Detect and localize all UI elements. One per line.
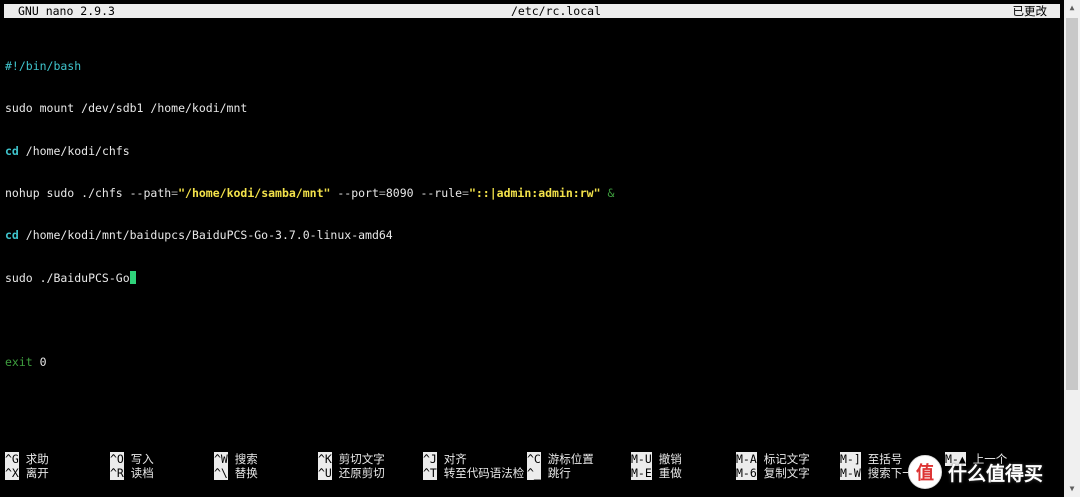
shortcut-read-file[interactable]: ^R 读档 — [110, 466, 154, 481]
editor-line-1: #!/bin/bash — [5, 59, 1060, 73]
shortcut-label: 读档 — [130, 466, 154, 481]
shortcut-label: 搜索下一 — [867, 466, 914, 481]
shortcut-key: ^U — [318, 466, 332, 481]
shortcut-label: 重做 — [658, 466, 682, 481]
shortcut-exit[interactable]: ^X 离开 — [5, 466, 49, 481]
shortcut-uncut[interactable]: ^U 还原剪切 — [318, 466, 385, 481]
shortcut-mark[interactable]: M-A 标记文字 — [736, 452, 810, 466]
shortcut-label: 标记文字 — [763, 452, 810, 466]
watermark-logo: 值 — [908, 455, 942, 489]
shortcut-label: 写入 — [130, 452, 154, 466]
shortcut-label: 对齐 — [443, 452, 467, 466]
shortcut-key: ^C — [527, 452, 541, 466]
shortcut-label: 求助 — [25, 452, 49, 466]
shortcut-label: 复制文字 — [763, 466, 810, 481]
editor-line-2: sudo mount /dev/sdb1 /home/kodi/mnt — [5, 101, 1060, 115]
equals-sign: = — [462, 186, 469, 201]
editor-area[interactable]: #!/bin/bash sudo mount /dev/sdb1 /home/k… — [5, 31, 1060, 383]
editor-line-3: cd /home/kodi/chfs — [5, 144, 1060, 158]
string-literal: "::|admin:admin:rw" — [468, 186, 601, 201]
shortcut-label: 撤销 — [658, 452, 682, 466]
shortcut-replace[interactable]: ^\ 替换 — [214, 466, 258, 481]
shortcut-key: M-A — [736, 452, 757, 466]
shortcut-key: ^O — [110, 452, 124, 466]
shortcut-key: M-] — [840, 452, 861, 466]
shortcut-help[interactable]: ^G 求助 — [5, 452, 49, 466]
scroll-thumb[interactable] — [1066, 18, 1078, 390]
shortcut-linter[interactable]: ^T 转至代码语法检 — [423, 466, 525, 481]
shortcut-goto-line[interactable]: ^_ 跳行 — [527, 466, 571, 481]
editor-line-5: cd /home/kodi/mnt/baidupcs/BaiduPCS-Go-3… — [5, 228, 1060, 242]
shortcut-search[interactable]: ^W 搜索 — [214, 452, 258, 466]
shortcut-cursor-pos[interactable]: ^C 游标位置 — [527, 452, 594, 466]
line-text: 8090 --rule — [385, 186, 463, 201]
modified-status: 已更改 — [1012, 4, 1048, 18]
shortcut-label: 还原剪切 — [338, 466, 385, 481]
shortcut-key: M-6 — [736, 466, 757, 481]
watermark-text: 什么值得买 — [948, 462, 1044, 485]
shortcut-key: ^X — [5, 466, 19, 481]
shortcut-copy[interactable]: M-6 复制文字 — [736, 466, 810, 481]
editor-line-8: exit 0 — [5, 355, 1060, 369]
shortcut-key: ^\ — [214, 466, 228, 481]
shortcut-redo[interactable]: M-E 重做 — [631, 466, 682, 481]
line-text: nohup sudo ./chfs --path — [5, 186, 172, 201]
ampersand: & — [600, 186, 615, 201]
equals-sign: = — [378, 186, 386, 201]
shortcut-bracket[interactable]: M-] 至括号 — [840, 452, 902, 466]
shortcut-find-next[interactable]: M-W 搜索下一 — [840, 466, 914, 481]
shebang-text: #!/bin/bash — [5, 59, 82, 74]
editor-line-4: nohup sudo ./chfs --path = "/home/kodi/sam… — [5, 186, 1060, 200]
shortcut-key: ^W — [214, 452, 228, 466]
vertical-scrollbar[interactable]: ▲ ▼ — [1064, 0, 1080, 497]
shortcut-key: M-E — [631, 466, 652, 481]
shortcut-write[interactable]: ^O 写入 — [110, 452, 154, 466]
shortcut-key: ^T — [423, 466, 437, 481]
shortcut-key: ^K — [318, 452, 332, 466]
line-text: 0 — [32, 355, 47, 370]
line-text: --port — [330, 186, 379, 201]
text-cursor — [129, 270, 136, 284]
shortcut-undo[interactable]: M-U 撤销 — [631, 452, 682, 466]
editor-line-6: sudo ./BaiduPCS-Go — [5, 270, 1060, 285]
shortcut-label: 剪切文字 — [338, 452, 385, 466]
shortcut-label: 至括号 — [867, 452, 903, 466]
line-text: /home/kodi/mnt/baidupcs/BaiduPCS-Go-3.7.… — [18, 228, 393, 243]
watermark: 值 什么值得买 — [908, 452, 1068, 492]
shortcut-key: ^J — [423, 452, 437, 466]
title-bar: GNU nano 2.9.3 /etc/rc.local 已更改 — [4, 4, 1060, 18]
shortcut-label: 离开 — [25, 466, 49, 481]
keyword-cd: cd — [5, 143, 19, 158]
line-text: /home/kodi/chfs — [18, 143, 130, 158]
shortcut-key: M-U — [631, 452, 652, 466]
shortcut-label: 替换 — [234, 466, 258, 481]
shortcut-key: ^G — [5, 452, 19, 466]
shortcut-justify[interactable]: ^J 对齐 — [423, 452, 467, 466]
file-name: /etc/rc.local — [510, 4, 601, 18]
shortcut-label: 搜索 — [234, 452, 258, 466]
shortcut-label: 跳行 — [547, 466, 571, 481]
shortcut-cut[interactable]: ^K 剪切文字 — [318, 452, 385, 466]
scroll-down-arrow-icon[interactable]: ▼ — [1064, 483, 1080, 495]
shortcut-label: 转至代码语法检 — [443, 466, 525, 481]
keyword-cd: cd — [5, 228, 19, 243]
scroll-up-arrow-icon[interactable]: ▲ — [1064, 2, 1080, 14]
string-literal: "/home/kodi/samba/mnt" — [178, 186, 331, 201]
shortcut-key: ^R — [110, 466, 124, 481]
shortcut-label: 游标位置 — [547, 452, 594, 466]
line-text: sudo mount /dev/sdb1 /home/kodi/mnt — [5, 101, 248, 116]
shortcut-key: M-W — [840, 466, 861, 481]
line-text: sudo ./BaiduPCS-Go — [5, 270, 130, 285]
editor-line-7 — [5, 313, 1060, 327]
keyword-exit: exit — [5, 355, 33, 370]
shortcut-key: ^_ — [527, 466, 541, 481]
